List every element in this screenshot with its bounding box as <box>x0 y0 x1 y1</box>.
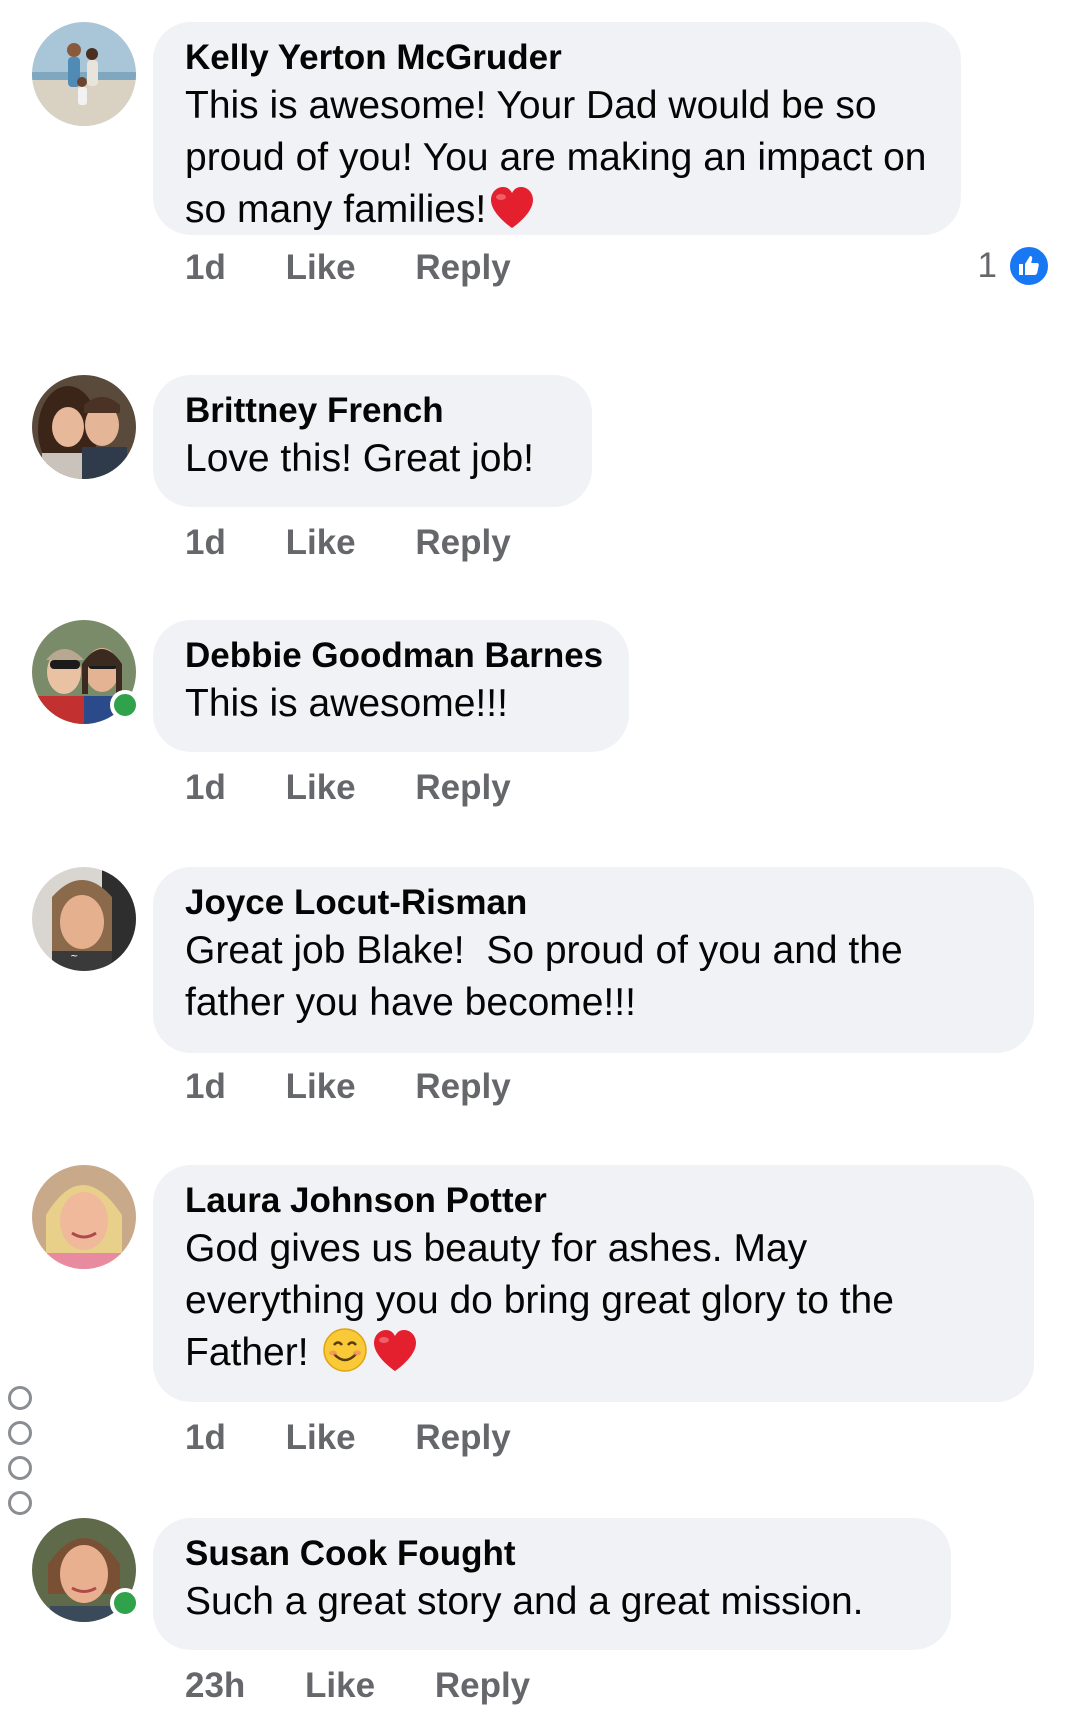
comment-time[interactable]: 1d <box>185 768 226 808</box>
online-status-indicator <box>110 1588 140 1618</box>
comment-bubble: Susan Cook Fought Such a great story and… <box>153 1518 951 1650</box>
comment-actions: 23h Like Reply <box>185 1666 580 1706</box>
reaction-summary[interactable]: 1 <box>978 244 1051 288</box>
like-button[interactable]: Like <box>286 248 356 288</box>
online-status-indicator <box>110 690 140 720</box>
comment-text: Such a great story and a great mission. <box>185 1580 864 1623</box>
reply-button[interactable]: Reply <box>415 1418 510 1458</box>
like-button[interactable]: Like <box>286 1067 356 1107</box>
comment-text: God gives us beauty for ashes. May every… <box>185 1223 975 1387</box>
avatar[interactable] <box>32 375 136 479</box>
reply-button[interactable]: Reply <box>415 768 510 808</box>
comment-text: This is awesome!!! <box>185 682 508 725</box>
like-button[interactable]: Like <box>305 1666 375 1706</box>
avatar[interactable] <box>32 1165 136 1269</box>
comment-actions: 1d Like Reply <box>185 768 561 808</box>
comment-bubble: Joyce Locut-Risman Great job Blake! So p… <box>153 867 1034 1053</box>
reply-button[interactable]: Reply <box>415 248 510 288</box>
thread-connector <box>8 1386 34 1526</box>
comment-actions: 1d Like Reply <box>185 1418 561 1458</box>
comment-bubble: Laura Johnson Potter God gives us beauty… <box>153 1165 1034 1402</box>
smiling-face-icon <box>321 1327 369 1387</box>
comment-actions: 1d Like Reply <box>185 523 561 563</box>
reply-button[interactable]: Reply <box>435 1666 530 1706</box>
like-button[interactable]: Like <box>286 768 356 808</box>
comment-author[interactable]: Debbie Goodman Barnes <box>185 634 603 678</box>
reply-button[interactable]: Reply <box>415 1067 510 1107</box>
comment-author[interactable]: Joyce Locut-Risman <box>185 881 1002 925</box>
comment-time[interactable]: 1d <box>185 248 226 288</box>
comment-author[interactable]: Kelly Yerton McGruder <box>185 36 929 80</box>
thread-dot <box>8 1456 32 1480</box>
comment-text: This is awesome! Your Dad would be so pr… <box>185 80 929 244</box>
comment-author[interactable]: Susan Cook Fought <box>185 1532 919 1576</box>
thumbs-up-icon <box>1007 244 1051 288</box>
comment-author[interactable]: Brittney French <box>185 389 560 433</box>
heart-icon <box>488 186 536 244</box>
comment-bubble: Brittney French Love this! Great job! <box>153 375 592 507</box>
comment-text: Great job Blake! So proud of you and the… <box>185 929 914 1024</box>
comment-actions: 1d Like Reply <box>185 248 561 288</box>
comment-author[interactable]: Laura Johnson Potter <box>185 1179 1002 1223</box>
avatar[interactable]: ~ <box>32 867 136 971</box>
thread-dot <box>8 1386 32 1410</box>
comment-text: Love this! Great job! <box>185 437 535 480</box>
comment-time[interactable]: 1d <box>185 1418 226 1458</box>
avatar[interactable] <box>32 620 140 724</box>
comment-actions: 1d Like Reply <box>185 1067 561 1107</box>
comment-time[interactable]: 1d <box>185 523 226 563</box>
svg-text:~: ~ <box>70 951 78 962</box>
avatar[interactable] <box>32 22 136 126</box>
comment-bubble: Debbie Goodman Barnes This is awesome!!! <box>153 620 629 752</box>
thread-dot <box>8 1491 32 1515</box>
comment-time[interactable]: 1d <box>185 1067 226 1107</box>
comment-bubble: Kelly Yerton McGruder This is awesome! Y… <box>153 22 961 235</box>
thread-dot <box>8 1421 32 1445</box>
avatar[interactable] <box>32 1518 140 1622</box>
like-button[interactable]: Like <box>286 1418 356 1458</box>
like-button[interactable]: Like <box>286 523 356 563</box>
reaction-count: 1 <box>977 246 997 285</box>
comment-time[interactable]: 23h <box>185 1666 245 1706</box>
reply-button[interactable]: Reply <box>415 523 510 563</box>
heart-icon <box>371 1329 419 1387</box>
